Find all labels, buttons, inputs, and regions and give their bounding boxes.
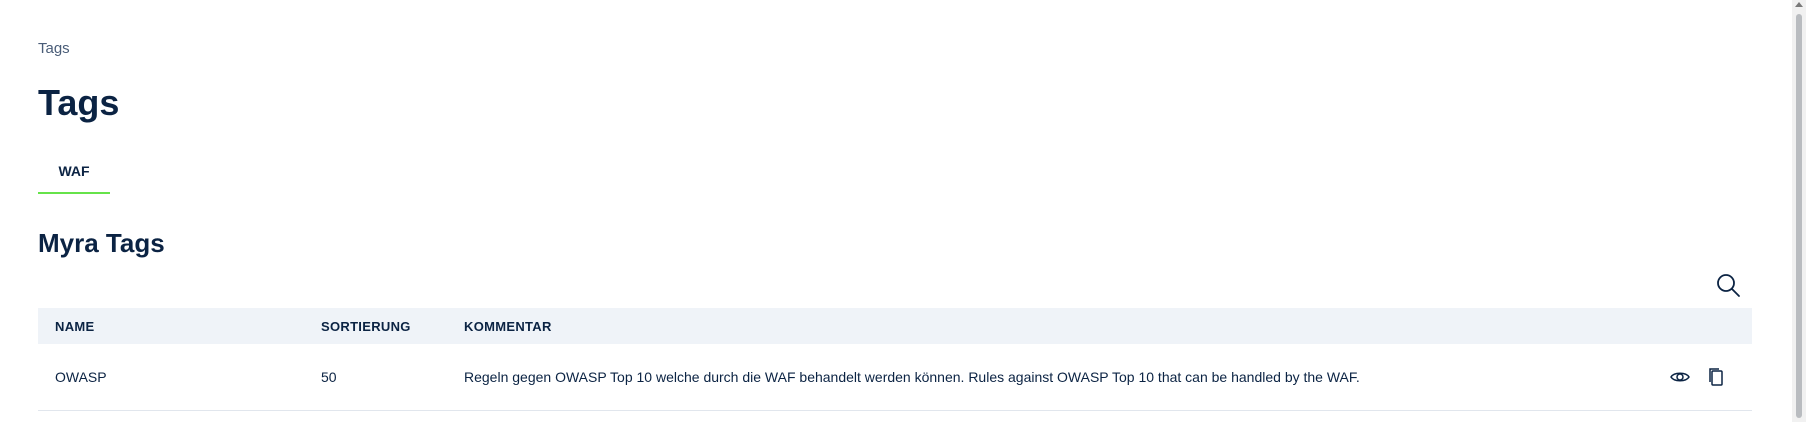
section-title: Myra Tags [38, 228, 165, 258]
table-header: NAME SORTIERUNG KOMMENTAR [38, 308, 1752, 344]
eye-icon[interactable] [1669, 366, 1691, 388]
column-header-name[interactable]: NAME [38, 319, 321, 334]
cell-kommentar: Regeln gegen OWASP Top 10 welche durch d… [464, 369, 1360, 385]
search-icon[interactable] [1713, 270, 1743, 300]
column-header-sortierung[interactable]: SORTIERUNG [321, 319, 464, 334]
breadcrumb[interactable]: Tags [38, 40, 70, 57]
cell-name: OWASP [55, 369, 107, 385]
cell-sortierung: 50 [321, 369, 337, 385]
scrollbar-thumb[interactable] [1796, 14, 1802, 418]
tags-table: NAME SORTIERUNG KOMMENTAR OWASP 50 Regel… [38, 308, 1752, 411]
row-actions [1644, 366, 1752, 388]
scroll-up-arrow-icon[interactable] [1795, 2, 1803, 7]
tab-waf[interactable]: WAF [38, 156, 110, 194]
tab-bar: WAF [38, 156, 110, 194]
vertical-scrollbar[interactable] [1792, 0, 1806, 422]
page-title: Tags [38, 82, 120, 123]
column-header-kommentar[interactable]: KOMMENTAR [464, 319, 1644, 334]
table-row[interactable]: OWASP 50 Regeln gegen OWASP Top 10 welch… [38, 344, 1752, 411]
copy-icon[interactable] [1705, 366, 1727, 388]
